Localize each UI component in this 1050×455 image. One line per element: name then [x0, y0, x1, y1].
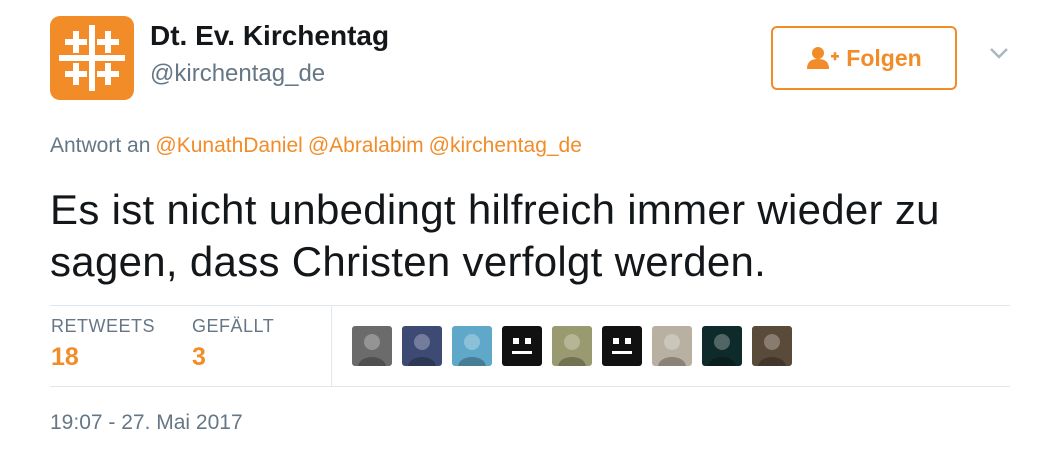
follow-button-label: Folgen: [846, 44, 922, 71]
likes-label: GEFÄLLT: [192, 316, 275, 336]
liker-avatar-3[interactable]: [452, 326, 492, 366]
liker-avatar-4[interactable]: [502, 326, 542, 366]
retweets-count: 18: [51, 343, 79, 371]
retweets-stat[interactable]: RETWEETS 18: [51, 316, 155, 372]
account-handle[interactable]: @kirchentag_de: [150, 60, 325, 88]
likes-stat[interactable]: GEFÄLLT 3: [192, 316, 274, 372]
mention-abralabim[interactable]: @Abralabim: [308, 134, 424, 157]
liker-avatar-1[interactable]: [352, 326, 392, 366]
mention-kirchentag[interactable]: @kirchentag_de: [429, 134, 582, 157]
divider-top: [50, 305, 1010, 306]
liker-avatar-6[interactable]: [602, 326, 642, 366]
liker-avatar-5[interactable]: [552, 326, 592, 366]
liker-avatar-9[interactable]: [752, 326, 792, 366]
liker-avatars: [352, 326, 802, 366]
stats-divider: [331, 306, 332, 386]
account-avatar[interactable]: [50, 16, 134, 100]
add-user-icon: [807, 47, 840, 69]
retweets-label: RETWEETS: [51, 316, 156, 336]
liker-avatar-7[interactable]: [652, 326, 692, 366]
likes-count: 3: [192, 343, 206, 371]
chevron-down-icon[interactable]: [985, 44, 1013, 62]
reply-context: Antwort an @KunathDaniel @Abralabim @kirche…: [50, 134, 582, 158]
divider-bottom: [50, 386, 1010, 387]
mention-kunathdaniel[interactable]: @KunathDaniel: [155, 134, 302, 157]
timestamp[interactable]: 19:07 - 27. Mai 2017: [50, 411, 243, 435]
tweet-text: Es ist nicht unbedingt hilfreich immer w…: [50, 186, 940, 285]
kirchentag-cross-logo-icon: [59, 25, 125, 91]
follow-button[interactable]: Folgen: [771, 26, 957, 90]
account-name[interactable]: Dt. Ev. Kirchentag: [150, 20, 389, 52]
liker-avatar-2[interactable]: [402, 326, 442, 366]
liker-avatar-8[interactable]: [702, 326, 742, 366]
reply-prefix: Antwort an: [50, 134, 151, 157]
